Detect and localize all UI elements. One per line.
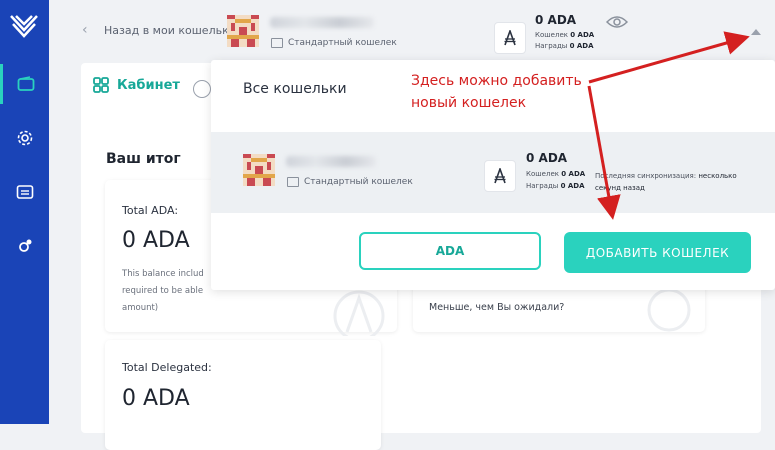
- total-delegated-value: 0 ADA: [122, 386, 190, 411]
- tab-dashboard[interactable]: Кабинет: [93, 77, 180, 93]
- wallet-name-blurred: [270, 17, 374, 28]
- total-ada-value: 0 ADA: [122, 228, 190, 253]
- ada-symbol-icon: [494, 22, 526, 54]
- wallet-type: Стандартный кошелек: [271, 38, 397, 48]
- wallet-balance: 0 ADA: [526, 151, 568, 165]
- all-wallets-title: Все кошельки: [243, 81, 347, 97]
- header-rewards-line: Награды 0 ADA: [535, 42, 594, 50]
- chevron-left-icon[interactable]: ‹: [82, 22, 88, 38]
- back-to-wallets-link[interactable]: Назад в мои кошельки: [104, 24, 236, 37]
- tab-dashboard-label: Кабинет: [117, 77, 180, 93]
- rewards-line: Награды 0 ADA: [526, 182, 585, 190]
- yoroi-logo-icon[interactable]: [7, 10, 41, 44]
- wallet-list-item[interactable]: Стандартный кошелек 0 ADA Кошелек 0 ADA …: [211, 132, 775, 213]
- add-wallet-button[interactable]: ДОБАВИТЬ КОШЕЛЕК: [564, 232, 751, 273]
- total-ada-label: Total ADA:: [122, 204, 179, 217]
- top-bar: ‹ Назад в мои кошельки Стандартный кошел…: [49, 0, 775, 64]
- wallet-icon: [17, 76, 35, 91]
- total-delegated-label: Total Delegated:: [122, 361, 212, 374]
- sidebar-item-staking[interactable]: [0, 226, 49, 266]
- ada-watermark-icon: [333, 290, 385, 336]
- sidebar: [0, 0, 49, 424]
- less-than-expected-link[interactable]: Меньше, чем Вы ожидали?: [429, 302, 564, 313]
- gear-icon: [17, 130, 32, 146]
- wallet-avatar: [227, 15, 259, 47]
- wallet-line: Кошелек 0 ADA: [526, 170, 586, 178]
- total-delegated-card: Total Delegated: 0 ADA: [105, 340, 381, 450]
- transfer-icon: [16, 185, 33, 199]
- tab-delegation-icon[interactable]: [193, 80, 211, 98]
- header-balance: 0 ADA: [535, 13, 577, 27]
- last-sync: Последняя синхронизация: несколько секун…: [595, 172, 737, 192]
- wallet-type: Стандартный кошелек: [287, 177, 413, 187]
- total-ada-note: This balance includ required to be able …: [122, 269, 204, 313]
- sidebar-item-settings[interactable]: [0, 118, 49, 158]
- ada-button[interactable]: ADA: [359, 232, 541, 270]
- wallet-avatar: [243, 154, 275, 186]
- wallet-type-icon: [271, 38, 283, 48]
- summary-title: Ваш итог: [106, 151, 181, 167]
- header-wallet-line: Кошелек 0 ADA: [535, 31, 595, 39]
- staking-icon: [18, 239, 31, 252]
- ada-symbol-icon: [484, 160, 516, 192]
- sidebar-item-wallets[interactable]: [0, 64, 49, 104]
- annotation-text: Здесь можно добавить новый кошелек: [411, 73, 582, 111]
- wallet-type-icon: [287, 177, 299, 187]
- sidebar-item-transfer[interactable]: [0, 172, 49, 212]
- eye-icon[interactable]: [606, 15, 628, 29]
- wallet-name-blurred: [286, 156, 376, 167]
- graph-watermark-icon: [647, 290, 691, 332]
- caret-up-icon[interactable]: [751, 29, 761, 35]
- dashboard-icon: [93, 77, 109, 93]
